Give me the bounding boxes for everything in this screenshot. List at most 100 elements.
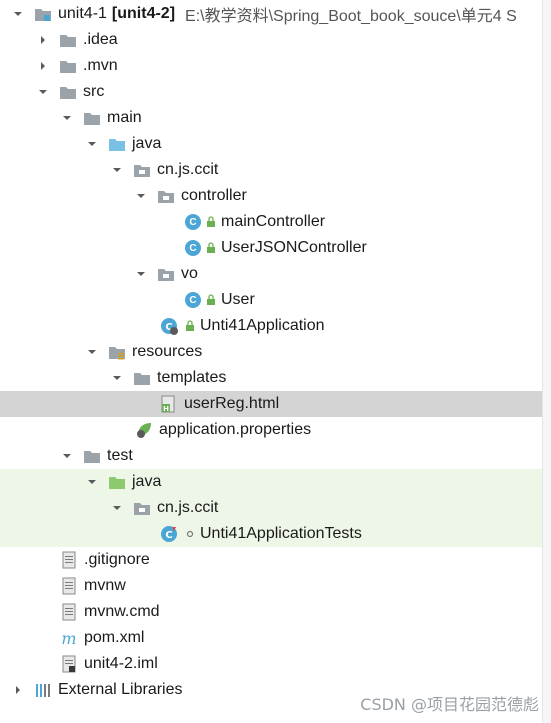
maven-icon: m xyxy=(60,629,78,647)
iml-file-icon xyxy=(60,655,78,673)
tree-label: controller xyxy=(181,187,247,204)
text-file-icon xyxy=(60,551,78,569)
chevron-down-icon[interactable] xyxy=(10,6,26,22)
chevron-down-icon[interactable] xyxy=(84,474,100,490)
tree-row-user-json-controller[interactable]: C UserJSONController xyxy=(0,235,543,261)
tree-row-application[interactable]: C Unti41Application xyxy=(0,313,543,339)
tree-row-idea[interactable]: .idea xyxy=(0,27,543,53)
watermark: CSDN @项目花园范德彪 xyxy=(360,695,539,714)
tree-row-user[interactable]: C User xyxy=(0,287,543,313)
chevron-down-icon[interactable] xyxy=(109,500,125,516)
tree-label: java xyxy=(132,473,162,490)
tree-label: unit4-2.iml xyxy=(84,655,158,672)
tree-row-controller[interactable]: controller xyxy=(0,183,543,209)
package-icon xyxy=(133,499,151,517)
tree-label: src xyxy=(83,83,105,100)
chevron-right-icon[interactable] xyxy=(35,32,51,48)
chevron-down-icon[interactable] xyxy=(133,266,149,282)
folder-icon xyxy=(59,57,77,75)
tree-label: resources xyxy=(132,343,203,360)
tree-label: mvnw xyxy=(84,577,126,594)
chevron-down-icon[interactable] xyxy=(35,84,51,100)
svg-text:m: m xyxy=(61,629,76,647)
chevron-down-icon[interactable] xyxy=(59,448,75,464)
tree-label: application.properties xyxy=(159,421,312,438)
tree-row-test[interactable]: test xyxy=(0,443,543,469)
tree-label: userReg.html xyxy=(184,395,280,412)
text-file-icon xyxy=(60,603,78,621)
lock-icon xyxy=(205,216,217,228)
class-icon: C xyxy=(185,292,201,308)
chevron-down-icon[interactable] xyxy=(84,344,100,360)
tree-row-application-tests[interactable]: C Unti41ApplicationTests xyxy=(0,521,543,547)
tree-row-resources[interactable]: resources xyxy=(0,339,543,365)
folder-icon xyxy=(83,447,101,465)
chevron-down-icon[interactable] xyxy=(109,370,125,386)
tree-label: pom.xml xyxy=(84,629,145,646)
package-icon xyxy=(157,187,175,205)
tree-label: cn.js.ccit xyxy=(157,499,219,516)
tree-label: External Libraries xyxy=(58,681,183,698)
folder-icon xyxy=(59,83,77,101)
tree-label: mainController xyxy=(221,213,326,230)
tree-label: .mvn xyxy=(83,57,118,74)
spring-config-icon xyxy=(135,421,153,439)
test-class-icon: C xyxy=(160,525,178,543)
tree-label: mvnw.cmd xyxy=(84,603,160,620)
tree-row-pom[interactable]: m pom.xml xyxy=(0,625,543,651)
project-name: unit4-1 xyxy=(58,5,107,22)
tree-row-java-main[interactable]: java xyxy=(0,131,543,157)
tree-row-src[interactable]: src xyxy=(0,79,543,105)
tree-row-mvnw-cmd[interactable]: mvnw.cmd xyxy=(0,599,543,625)
tree-row-main[interactable]: main xyxy=(0,105,543,131)
folder-icon xyxy=(83,109,101,127)
folder-icon xyxy=(133,369,151,387)
tree-row-gitignore[interactable]: .gitignore xyxy=(0,547,543,573)
project-path: E:\教学资料\Spring_Boot_book_souce\单元4 S xyxy=(185,8,517,25)
tree-label: Unti41Application xyxy=(200,317,325,334)
chevron-down-icon[interactable] xyxy=(84,136,100,152)
tree-row-project-root[interactable]: unit4-1 [unit4-2] E:\教学资料\Spring_Boot_bo… xyxy=(0,1,543,27)
tree-row-package-test[interactable]: cn.js.ccit xyxy=(0,495,543,521)
folder-icon xyxy=(59,31,77,49)
text-file-icon xyxy=(60,577,78,595)
chevron-down-icon[interactable] xyxy=(59,110,75,126)
chevron-down-icon[interactable] xyxy=(133,188,149,204)
lock-icon xyxy=(184,320,196,332)
resources-folder-icon xyxy=(108,343,126,361)
package-icon xyxy=(133,161,151,179)
svg-text:H: H xyxy=(163,405,169,413)
tree-row-app-properties[interactable]: application.properties xyxy=(0,417,543,443)
tree-label: .idea xyxy=(83,31,118,48)
tree-row-mvnw[interactable]: mvnw xyxy=(0,573,543,599)
tree-label: java xyxy=(132,135,162,152)
tree-row-iml[interactable]: unit4-2.iml xyxy=(0,651,543,677)
tree-row-java-test[interactable]: java xyxy=(0,469,543,495)
tree-label: UserJSONController xyxy=(221,239,367,256)
editor-gutter xyxy=(542,0,551,723)
test-source-folder-icon xyxy=(108,473,126,491)
tree-label: cn.js.ccit xyxy=(157,161,219,178)
tree-row-user-reg[interactable]: H userReg.html xyxy=(0,391,543,417)
chevron-right-icon[interactable] xyxy=(35,58,51,74)
chevron-right-icon[interactable] xyxy=(10,682,26,698)
tree-row-templates[interactable]: templates xyxy=(0,365,543,391)
tree-row-vo[interactable]: vo xyxy=(0,261,543,287)
html-file-icon: H xyxy=(160,395,178,413)
lock-icon xyxy=(205,294,217,306)
tree-row-package-main[interactable]: cn.js.ccit xyxy=(0,157,543,183)
tree-label: templates xyxy=(157,369,227,386)
project-tree: unit4-1 [unit4-2] E:\教学资料\Spring_Boot_bo… xyxy=(0,0,543,723)
lock-icon xyxy=(205,242,217,254)
project-tool-window: unit4-1 [unit4-2] E:\教学资料\Spring_Boot_bo… xyxy=(0,0,551,723)
module-name: [unit4-2] xyxy=(111,5,176,22)
class-icon: C xyxy=(185,240,201,256)
tree-label: main xyxy=(107,109,142,126)
chevron-down-icon[interactable] xyxy=(109,162,125,178)
tree-row-main-controller[interactable]: C mainController xyxy=(0,209,543,235)
dot-icon xyxy=(184,528,196,540)
tree-label: User xyxy=(221,291,255,308)
svg-text:C: C xyxy=(165,530,172,541)
tree-row-mvn[interactable]: .mvn xyxy=(0,53,543,79)
tree-label: vo xyxy=(181,265,198,282)
